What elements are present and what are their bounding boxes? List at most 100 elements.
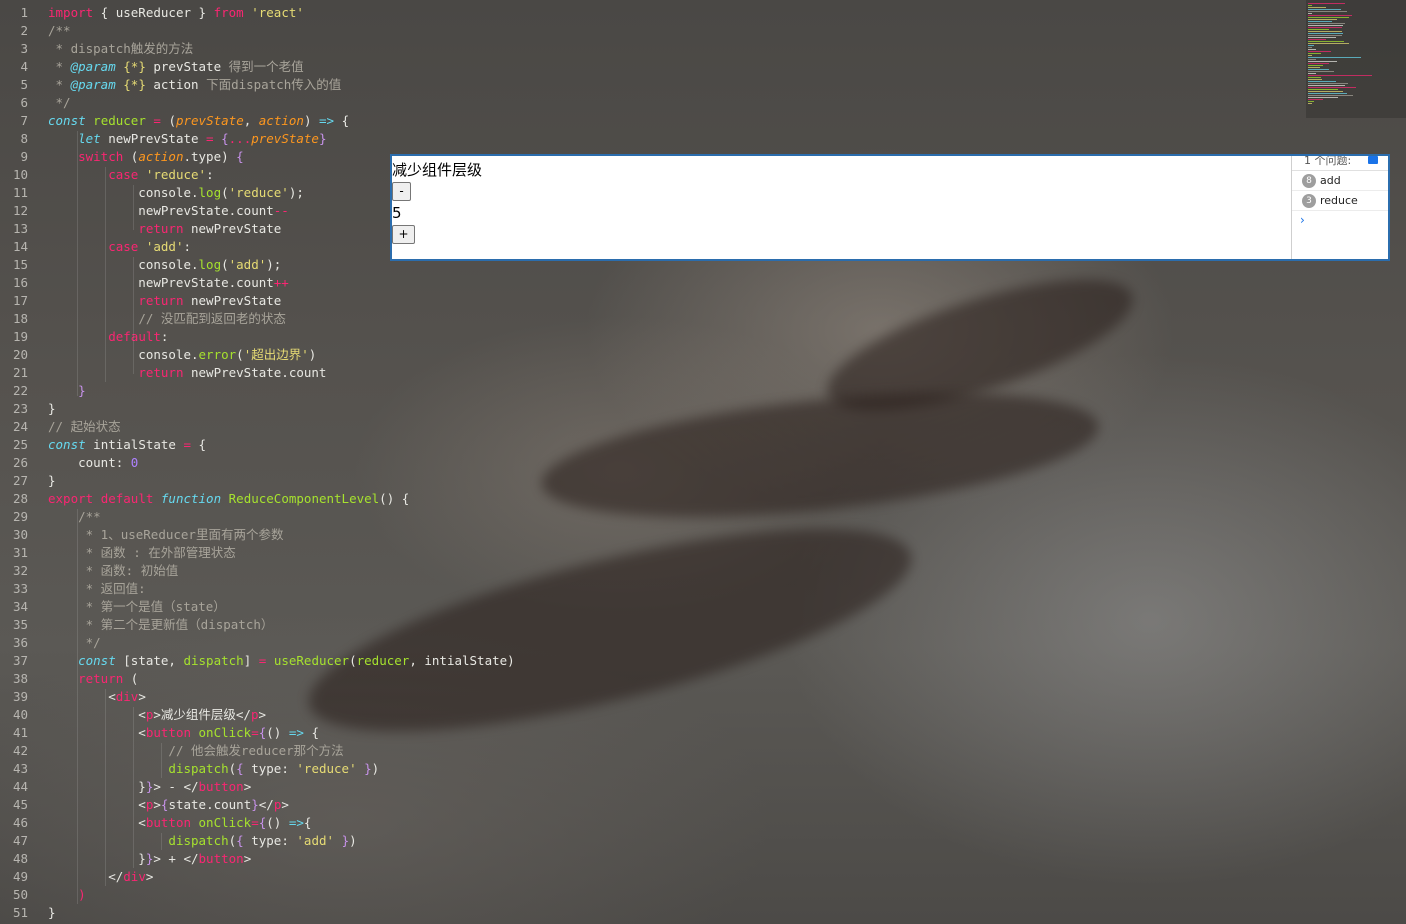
code-line[interactable]: 11 console.log('reduce');	[0, 184, 304, 202]
code-line[interactable]: 23}	[0, 400, 56, 418]
code-line[interactable]: 15 console.log('add');	[0, 256, 281, 274]
code-token: prevState	[175, 113, 244, 128]
code-token: )	[303, 113, 319, 128]
code-line[interactable]: 16 newPrevState.count++	[0, 274, 289, 292]
code-line[interactable]: 36 */	[0, 634, 101, 652]
code-token: div	[123, 869, 146, 884]
code-line[interactable]: 22 }	[0, 382, 86, 400]
minimap-line	[1308, 81, 1336, 82]
code-line[interactable]: 24 // 起始状态	[0, 418, 121, 436]
code-line[interactable]: 30 * 1、useReducer里面有两个参数	[0, 526, 284, 544]
code-line[interactable]: 8 let newPrevState = {...prevState}	[0, 130, 326, 148]
code-token: dispatch	[168, 833, 229, 848]
console-prompt-icon[interactable]: ›	[1292, 211, 1388, 229]
code-token: }	[48, 401, 56, 416]
code-line[interactable]: 9 switch (action.type) {	[0, 148, 243, 166]
code-token: (	[123, 149, 139, 164]
code-line[interactable]: 31 * 函数 : 在外部管理状态	[0, 544, 236, 562]
code-line[interactable]: 14 case 'add':	[0, 238, 191, 256]
code-line[interactable]: 27}	[0, 472, 56, 490]
code-line[interactable]: 42 // 他会触发reducer那个方法	[0, 742, 344, 760]
code-line[interactable]: 18 // 没匹配到返回老的状态	[0, 310, 286, 328]
code-line[interactable]: 35 * 第二个是更新值（dispatch）	[0, 616, 273, 634]
line-number: 38	[12, 671, 28, 686]
code-token: {	[236, 833, 244, 848]
code-token: );	[288, 185, 304, 200]
code-token: ]	[243, 653, 259, 668]
issue-icon	[1368, 156, 1378, 164]
code-line[interactable]: 47 dispatch({ type: 'add' })	[0, 832, 357, 850]
code-line[interactable]: 10 case 'reduce':	[0, 166, 214, 184]
line-number: 30	[12, 527, 28, 542]
minimap-line	[1308, 33, 1344, 34]
line-number: 46	[12, 815, 28, 830]
code-line[interactable]: 12 newPrevState.count--	[0, 202, 289, 220]
code-token: <	[48, 797, 146, 812]
line-number: 24	[12, 419, 28, 434]
code-line[interactable]: 51}	[0, 904, 56, 922]
code-token: export	[48, 491, 94, 506]
code-line[interactable]: 41 <button onClick={() => {	[0, 724, 319, 742]
code-line[interactable]: 50 )	[0, 886, 86, 904]
code-token: default	[100, 491, 154, 506]
minimap-line	[1308, 57, 1361, 58]
code-token: const	[48, 437, 86, 452]
code-line[interactable]: 29 /**	[0, 508, 101, 526]
code-line[interactable]: 43 dispatch({ type: 'reduce' })	[0, 760, 379, 778]
minimap-line	[1308, 21, 1333, 22]
code-line[interactable]: 17 return newPrevState	[0, 292, 281, 310]
line-number: 33	[12, 581, 28, 596]
code-line[interactable]: 13 return newPrevState	[0, 220, 281, 238]
console-entry[interactable]: 3 reduce	[1292, 191, 1388, 211]
code-line[interactable]: 21 return newPrevState.count	[0, 364, 327, 382]
increment-button[interactable]: +	[392, 225, 415, 244]
code-token: /**	[78, 509, 101, 524]
code-line[interactable]: 7 const reducer = (prevState, action) => …	[0, 112, 349, 130]
code-line[interactable]: 38 return (	[0, 670, 138, 688]
count-value: 5	[392, 204, 402, 222]
minimap-line	[1308, 85, 1346, 86]
line-number: 8	[20, 131, 28, 146]
code-line[interactable]: 5 * @param {*} action 下面dispatch传入的值	[0, 76, 341, 94]
code-editor[interactable]: 1 import { useReducer } from 'react' 2 /** 3…	[0, 0, 1406, 924]
code-line[interactable]: 45 <p>{state.count}</p>	[0, 796, 289, 814]
code-line[interactable]: 1 import { useReducer } from 'react'	[0, 4, 303, 22]
code-line[interactable]: 2 /**	[0, 22, 70, 40]
code-token: 得到一个老值	[228, 59, 304, 74]
code-line[interactable]: 48 }}> + </button>	[0, 850, 251, 868]
decrement-button[interactable]: -	[392, 182, 411, 201]
code-token: }	[48, 905, 56, 920]
code-token: reducer	[93, 113, 146, 128]
code-line[interactable]: 34 * 第一个是值（state）	[0, 598, 226, 616]
code-line[interactable]: 20 console.error('超出边界')	[0, 346, 316, 364]
code-token: useReducer	[273, 653, 350, 668]
code-line[interactable]: 44 }}> - </button>	[0, 778, 251, 796]
code-line[interactable]: 39 <div>	[0, 688, 146, 706]
minimap[interactable]	[1306, 0, 1406, 118]
code-line[interactable]: 6 */	[0, 94, 70, 112]
code-token: .type)	[183, 149, 237, 164]
code-line[interactable]: 28 export default function ReduceComponen…	[0, 490, 409, 508]
code-token: {*}	[123, 77, 146, 92]
code-line[interactable]: 4 * @param {*} prevState 得到一个老值	[0, 58, 304, 76]
code-token: =	[183, 437, 192, 452]
code-line[interactable]: 46 <button onClick={() =>{	[0, 814, 312, 832]
code-line[interactable]: 3 * dispatch触发的方法	[0, 40, 193, 58]
code-line[interactable]: 26 count: 0	[0, 454, 138, 472]
code-line[interactable]: 19 default:	[0, 328, 169, 346]
console-issues-bar[interactable]: 1 个问题:	[1292, 156, 1388, 171]
code-token: :	[206, 167, 214, 182]
line-number: 4	[20, 59, 28, 74]
code-token: {	[303, 815, 312, 830]
console-entry[interactable]: 8 add	[1292, 171, 1388, 191]
code-line[interactable]: 25 const intialState = {	[0, 436, 206, 454]
code-line[interactable]: 33 * 返回值:	[0, 580, 146, 598]
code-token: () {	[379, 491, 410, 506]
code-token: 'add'	[228, 257, 267, 272]
code-token: > + </	[153, 851, 199, 866]
line-number: 29	[12, 509, 28, 524]
code-line[interactable]: 32 * 函数: 初始值	[0, 562, 178, 580]
